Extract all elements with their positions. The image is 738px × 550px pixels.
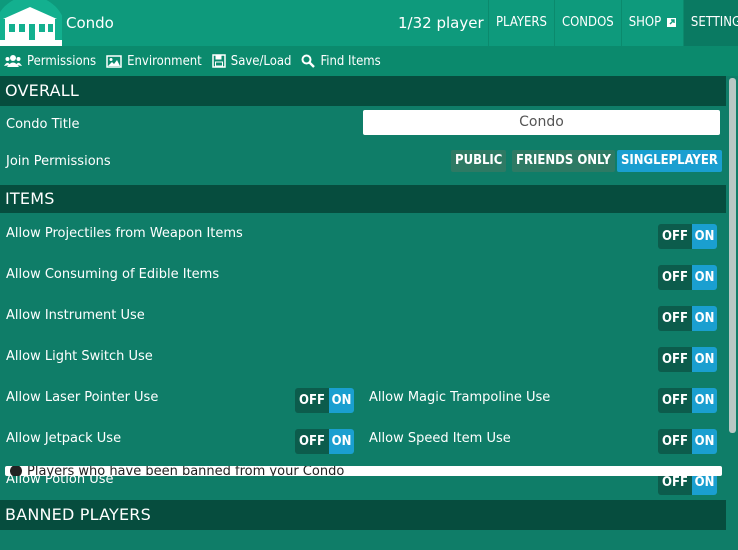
scrollbar-thumb[interactable] [729,78,736,433]
join-permissions-row: Join Permissions PUBLIC FRIENDS ONLY SIN… [0,144,726,185]
search-icon [301,54,316,68]
join-singleplayer-button[interactable]: SINGLEPLAYER [617,150,722,172]
section-overall-header: OVERALL [0,76,726,106]
setting-row: Allow Laser Pointer Use OFF ON Allow Magi… [0,377,726,418]
toggle-off: OFF [658,429,692,454]
settings-panel: OVERALL Condo Title Condo Join Permissio… [0,76,726,550]
consuming-toggle[interactable]: OFF ON [658,265,717,290]
toggle-on: ON [692,347,717,372]
condo-title-row: Condo Title Condo [0,106,726,144]
condo-title-label: Condo Title [6,117,80,132]
light-switch-toggle[interactable]: OFF ON [658,347,717,372]
jetpack-toggle[interactable]: OFF ON [295,429,354,454]
toggle-off: OFF [658,306,692,331]
setting-label: Allow Consuming of Edible Items [6,267,220,282]
setting-label: Allow Projectiles from Weapon Items [6,226,243,241]
setting-row: Allow Instrument Use OFF ON [0,295,726,336]
info-icon [10,466,22,476]
banned-info-box: Players who have been banned from your C… [5,466,722,476]
setting-row: Allow Consuming of Edible Items OFF ON [0,254,726,295]
tab-environment-label: Environment [127,53,202,69]
image-icon [106,54,122,68]
condo-title-input[interactable]: Condo [363,110,720,135]
tab-permissions[interactable]: Permissions [4,46,96,76]
toggle-on: ON [692,306,717,331]
tab-find-items[interactable]: Find Items [301,46,381,76]
setting-row: Allow Light Switch Use OFF ON [0,336,726,377]
toggle-off: OFF [295,388,329,413]
join-friends-only-button[interactable]: FRIENDS ONLY [512,150,615,172]
setting-label: Allow Speed Item Use [369,431,511,446]
scrollbar[interactable] [727,78,738,550]
toggle-on: ON [692,429,717,454]
tab-permissions-label: Permissions [27,53,97,69]
speed-item-toggle[interactable]: OFF ON [658,429,717,454]
projectiles-toggle[interactable]: OFF ON [658,224,717,249]
tab-find-items-label: Find Items [320,53,381,69]
banned-info-text: Players who have been banned from your C… [27,466,345,476]
setting-label: Allow Laser Pointer Use [6,390,159,405]
tab-save-load-label: Save/Load [230,53,292,69]
top-bar: Condo 1/32 player PLAYERS CONDOS SHOP SE… [0,0,738,46]
nav-players[interactable]: PLAYERS [488,0,554,46]
laser-pointer-toggle[interactable]: OFF ON [295,388,354,413]
setting-label: Allow Jetpack Use [6,431,122,446]
toggle-on: ON [692,265,717,290]
nav-condos[interactable]: CONDOS [553,0,621,46]
settings-tabs: Permissions Environment Save/Load Find I… [0,46,738,76]
join-public-button[interactable]: PUBLIC [451,150,507,172]
save-icon [212,54,226,68]
users-icon [4,55,22,67]
tab-save-load[interactable]: Save/Load [212,46,292,76]
setting-row: Allow Jetpack Use OFF ON Allow Speed Item… [0,418,726,459]
condo-logo-icon [0,0,62,46]
setting-row: Allow Projectiles from Weapon Items OFF O… [0,213,726,254]
nav-shop-label: SHOP [628,15,662,30]
main-nav: PLAYERS CONDOS SHOP SETTINGS [488,0,738,46]
instrument-toggle[interactable]: OFF ON [658,306,717,331]
nav-settings[interactable]: SETTINGS [682,0,738,46]
toggle-off: OFF [658,347,692,372]
section-items-header: ITEMS [0,185,726,213]
setting-label: Allow Light Switch Use [6,349,153,364]
app-title: Condo [66,14,114,32]
toggle-on: ON [692,388,717,413]
magic-trampoline-toggle[interactable]: OFF ON [658,388,717,413]
toggle-off: OFF [658,388,692,413]
toggle-off: OFF [658,224,692,249]
setting-label: Allow Magic Trampoline Use [369,390,551,405]
join-permissions-label: Join Permissions [6,154,111,169]
setting-label: Allow Instrument Use [6,308,145,323]
tab-environment[interactable]: Environment [106,46,202,76]
toggle-on: ON [329,388,354,413]
section-banned-header: BANNED PLAYERS [0,500,726,530]
toggle-on: ON [329,429,354,454]
player-count: 1/32 player [398,14,484,32]
toggle-off: OFF [658,265,692,290]
nav-shop[interactable]: SHOP [620,0,683,46]
toggle-off: OFF [295,429,329,454]
toggle-on: ON [692,224,717,249]
external-link-icon [666,18,676,27]
